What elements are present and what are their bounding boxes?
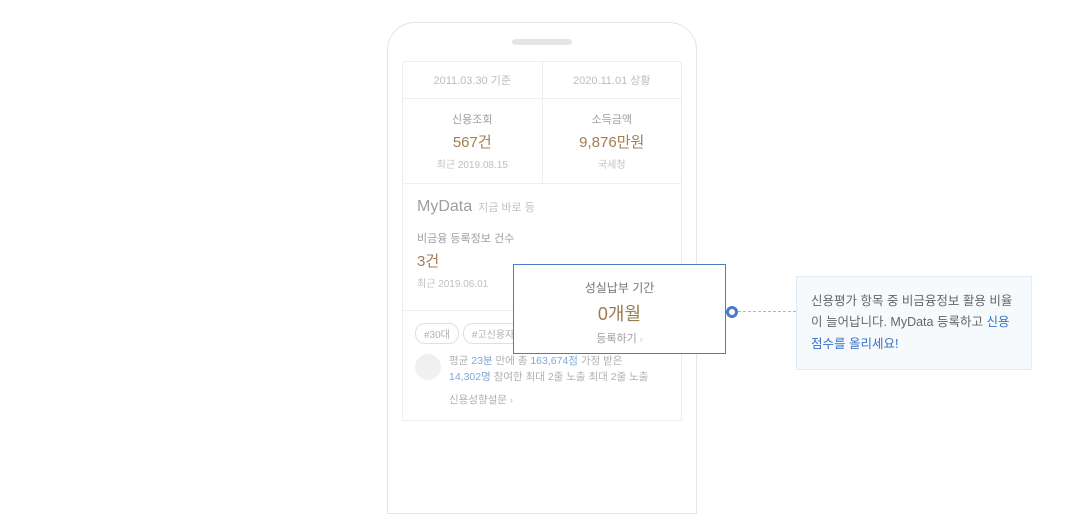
- connector-line: [738, 311, 796, 312]
- survey-body: 평균 23분 만에 총 163,674점 가정 받은 14,302명 참여한 최…: [415, 354, 669, 408]
- chevron-right-icon: ›: [510, 395, 513, 405]
- survey-link[interactable]: 신용성향설문 ›: [449, 392, 513, 407]
- income-cell[interactable]: 소득금액 9,876만원 국세청: [543, 99, 682, 183]
- credit-label: 신용조회: [403, 111, 542, 127]
- mydata-title: MyData: [417, 198, 472, 216]
- t-hl3: 14,302명: [449, 371, 491, 383]
- t-hl2: 163,674점: [530, 355, 578, 367]
- tab-right[interactable]: 2020.11.01 상황: [543, 62, 682, 98]
- t4: 참여한 최대 2줄 노출 최대 2줄 노출: [491, 371, 649, 383]
- phone-content: 2011.03.30 기준 2020.11.01 상황 신용조회 567건 최근…: [388, 61, 696, 421]
- top-tabs: 2011.03.30 기준 2020.11.01 상황: [402, 61, 682, 99]
- mydata-title-row: MyData 지금 바로 등: [417, 198, 667, 216]
- tab-left[interactable]: 2011.03.30 기준: [403, 62, 543, 98]
- mydata-subtitle: 지금 바로 등: [478, 199, 535, 215]
- popup-value: 0개월: [514, 300, 725, 326]
- tip-box: 신용평가 항목 중 비금융정보 활용 비율이 늘어납니다. MyData 등록하…: [796, 276, 1032, 370]
- tip-text-1: 신용평가 항목 중 비금융정보 활용 비율이 늘어납니다. MyData 등록하…: [811, 294, 1012, 329]
- credit-value: 567건: [403, 131, 542, 152]
- phone-notch: [512, 39, 572, 45]
- popup-action-label: 등록하기: [596, 333, 636, 345]
- credit-sub: 최근 2019.08.15: [403, 156, 542, 171]
- popup-title: 성실납부 기간: [514, 279, 725, 296]
- mydata-info-label: 비금융 등록정보 건수: [417, 230, 667, 246]
- income-sub: 국세청: [543, 156, 682, 171]
- t1: 평균: [449, 355, 471, 367]
- t2: 만에 총: [493, 355, 531, 367]
- t-hl1: 23분: [471, 355, 492, 367]
- tag-age[interactable]: #30대: [415, 323, 459, 344]
- survey-link-label: 신용성향설문: [449, 394, 507, 406]
- survey-text: 평균 23분 만에 총 163,674점 가정 받은 14,302명 참여한 최…: [449, 354, 648, 386]
- survey-text-block: 평균 23분 만에 총 163,674점 가정 받은 14,302명 참여한 최…: [449, 354, 648, 408]
- info-row: 신용조회 567건 최근 2019.08.15 소득금액 9,876만원 국세청: [402, 99, 682, 184]
- connector-dot-icon: [726, 306, 738, 318]
- t3: 가정 받은: [578, 355, 622, 367]
- income-label: 소득금액: [543, 111, 682, 127]
- avatar: [415, 354, 441, 380]
- popup-card: 성실납부 기간 0개월 등록하기 ›: [513, 264, 726, 354]
- popup-register-button[interactable]: 등록하기 ›: [514, 330, 725, 346]
- chevron-right-icon: ›: [640, 334, 643, 344]
- income-value: 9,876만원: [543, 131, 682, 152]
- credit-cell[interactable]: 신용조회 567건 최근 2019.08.15: [403, 99, 543, 183]
